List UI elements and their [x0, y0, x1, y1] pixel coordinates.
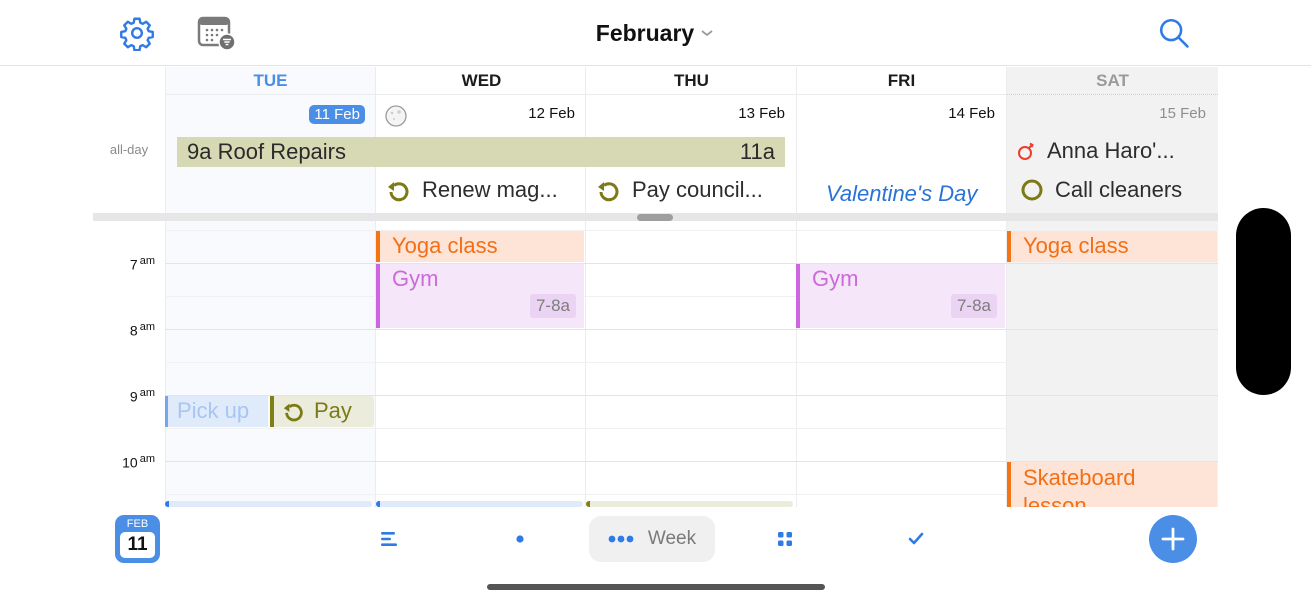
- single-dot-icon: [516, 535, 524, 543]
- event-gym-wed[interactable]: Gym 7-8a: [376, 264, 584, 328]
- tasks-view-button[interactable]: [896, 519, 936, 559]
- column-divider: [585, 67, 586, 507]
- home-indicator[interactable]: [487, 584, 825, 590]
- event-pay-task[interactable]: Pay: [270, 396, 374, 427]
- event-skateboard-lesson[interactable]: Skateboard lesson: [1007, 462, 1217, 507]
- event-gym-fri[interactable]: Gym 7-8a: [796, 264, 1005, 328]
- column-sat[interactable]: [1007, 67, 1218, 507]
- all-day-event-roof-repairs[interactable]: 9a Roof Repairs 11a: [177, 137, 785, 167]
- chevron-down-icon: [701, 30, 713, 37]
- bottom-toolbar: FEB 11 Week: [0, 507, 1311, 603]
- add-event-button[interactable]: [1149, 515, 1197, 563]
- column-thu[interactable]: [586, 67, 797, 507]
- resize-handle[interactable]: [637, 214, 673, 221]
- task-title: Call cleaners: [1055, 177, 1183, 202]
- date-label: 12 Feb: [528, 105, 575, 122]
- date-label: 14 Feb: [948, 105, 995, 122]
- event-end-time: 11a: [739, 139, 775, 164]
- birthday-icon: [1018, 142, 1034, 160]
- event-yoga-class-wed[interactable]: Yoga class: [376, 231, 584, 262]
- hour-label: 10 am: [122, 453, 155, 471]
- task-circle-icon: [1021, 179, 1043, 201]
- full-moon-icon: [385, 105, 407, 127]
- event-title: Yoga class: [392, 233, 498, 258]
- event-title: 9a Roof Repairs: [187, 139, 346, 164]
- event-title: Gym: [812, 266, 859, 291]
- task-pay-council[interactable]: Pay council...: [596, 177, 763, 203]
- grid-dots-icon: [778, 532, 792, 546]
- gear-icon: [120, 17, 154, 51]
- task-title: Renew mag...: [422, 177, 558, 202]
- event-title: Pay: [282, 398, 352, 424]
- column-tue[interactable]: [165, 67, 376, 507]
- date-label: 13 Feb: [738, 105, 785, 122]
- repeat-task-icon: [388, 182, 409, 202]
- view-label: Week: [647, 528, 697, 549]
- event-title: Yoga class: [1023, 233, 1129, 258]
- calendar-filter-icon: [197, 16, 236, 51]
- all-day-label: all-day: [109, 142, 149, 157]
- date-label: 15 Feb: [1159, 105, 1206, 122]
- day-view-button[interactable]: [500, 519, 540, 559]
- date-cell-fri: 14 Feb: [796, 67, 1007, 127]
- task-call-cleaners[interactable]: Call cleaners: [1019, 177, 1182, 203]
- date-cell-tue: 11 Feb: [165, 67, 376, 127]
- list-icon: [381, 532, 397, 546]
- month-title: February: [595, 19, 695, 46]
- repeat-task-icon: [598, 182, 619, 202]
- week-view-button[interactable]: Week: [589, 516, 715, 562]
- checkmark-icon: [908, 532, 924, 545]
- week-grid: TUE WED THU FRI SAT 11 Feb 12 Feb 13 Feb…: [93, 67, 1218, 507]
- list-view-button[interactable]: [370, 519, 410, 559]
- three-dots-icon: [608, 535, 634, 543]
- settings-button[interactable]: [116, 12, 158, 54]
- half-hour-line: [165, 362, 1218, 363]
- plus-icon: [1161, 527, 1185, 551]
- half-hour-line: [165, 296, 1218, 297]
- half-hour-line: [165, 428, 1218, 429]
- today-date-badge: 11 Feb: [309, 105, 365, 124]
- holiday-valentines-day[interactable]: Valentine's Day: [826, 181, 977, 207]
- date-cell-wed: 12 Feb: [376, 67, 587, 127]
- hour-label: 9 am: [129, 387, 155, 405]
- today-day: 11: [120, 532, 155, 558]
- scroll-indicator[interactable]: [1236, 208, 1291, 395]
- month-view-button[interactable]: [765, 519, 805, 559]
- today-button[interactable]: FEB 11: [115, 515, 160, 563]
- top-bar: February: [0, 0, 1311, 66]
- calendar-filter-button[interactable]: [194, 12, 238, 54]
- task-renew-mag[interactable]: Renew mag...: [386, 177, 558, 203]
- date-cell-sat: 15 Feb: [1007, 67, 1218, 127]
- hour-line: [165, 263, 1218, 264]
- hour-line: [165, 329, 1218, 330]
- hour-label: 7 am: [129, 255, 155, 273]
- repeat-task-icon: [283, 403, 303, 422]
- search-button[interactable]: [1153, 12, 1195, 54]
- event-pick-up[interactable]: Pick up: [165, 396, 268, 427]
- event-title: Skateboard lesson: [1023, 465, 1136, 507]
- hour-label: 8 am: [129, 321, 155, 339]
- column-divider: [165, 67, 166, 507]
- search-icon: [1159, 18, 1189, 48]
- month-selector[interactable]: February: [560, 16, 750, 50]
- date-cell-thu: 13 Feb: [586, 67, 797, 127]
- column-divider: [1006, 67, 1007, 507]
- task-title: Pay council...: [632, 177, 763, 202]
- event-title: Pick up: [177, 398, 250, 423]
- event-yoga-class-sat[interactable]: Yoga class: [1007, 231, 1217, 262]
- event-time: 7-8a: [529, 294, 576, 318]
- birthday-event[interactable]: Anna Haro'...: [1017, 138, 1175, 164]
- today-month: FEB: [126, 518, 149, 530]
- event-title: Gym: [392, 266, 439, 291]
- event-title: Anna Haro'...: [1047, 138, 1175, 163]
- event-time: 7-8a: [950, 294, 997, 318]
